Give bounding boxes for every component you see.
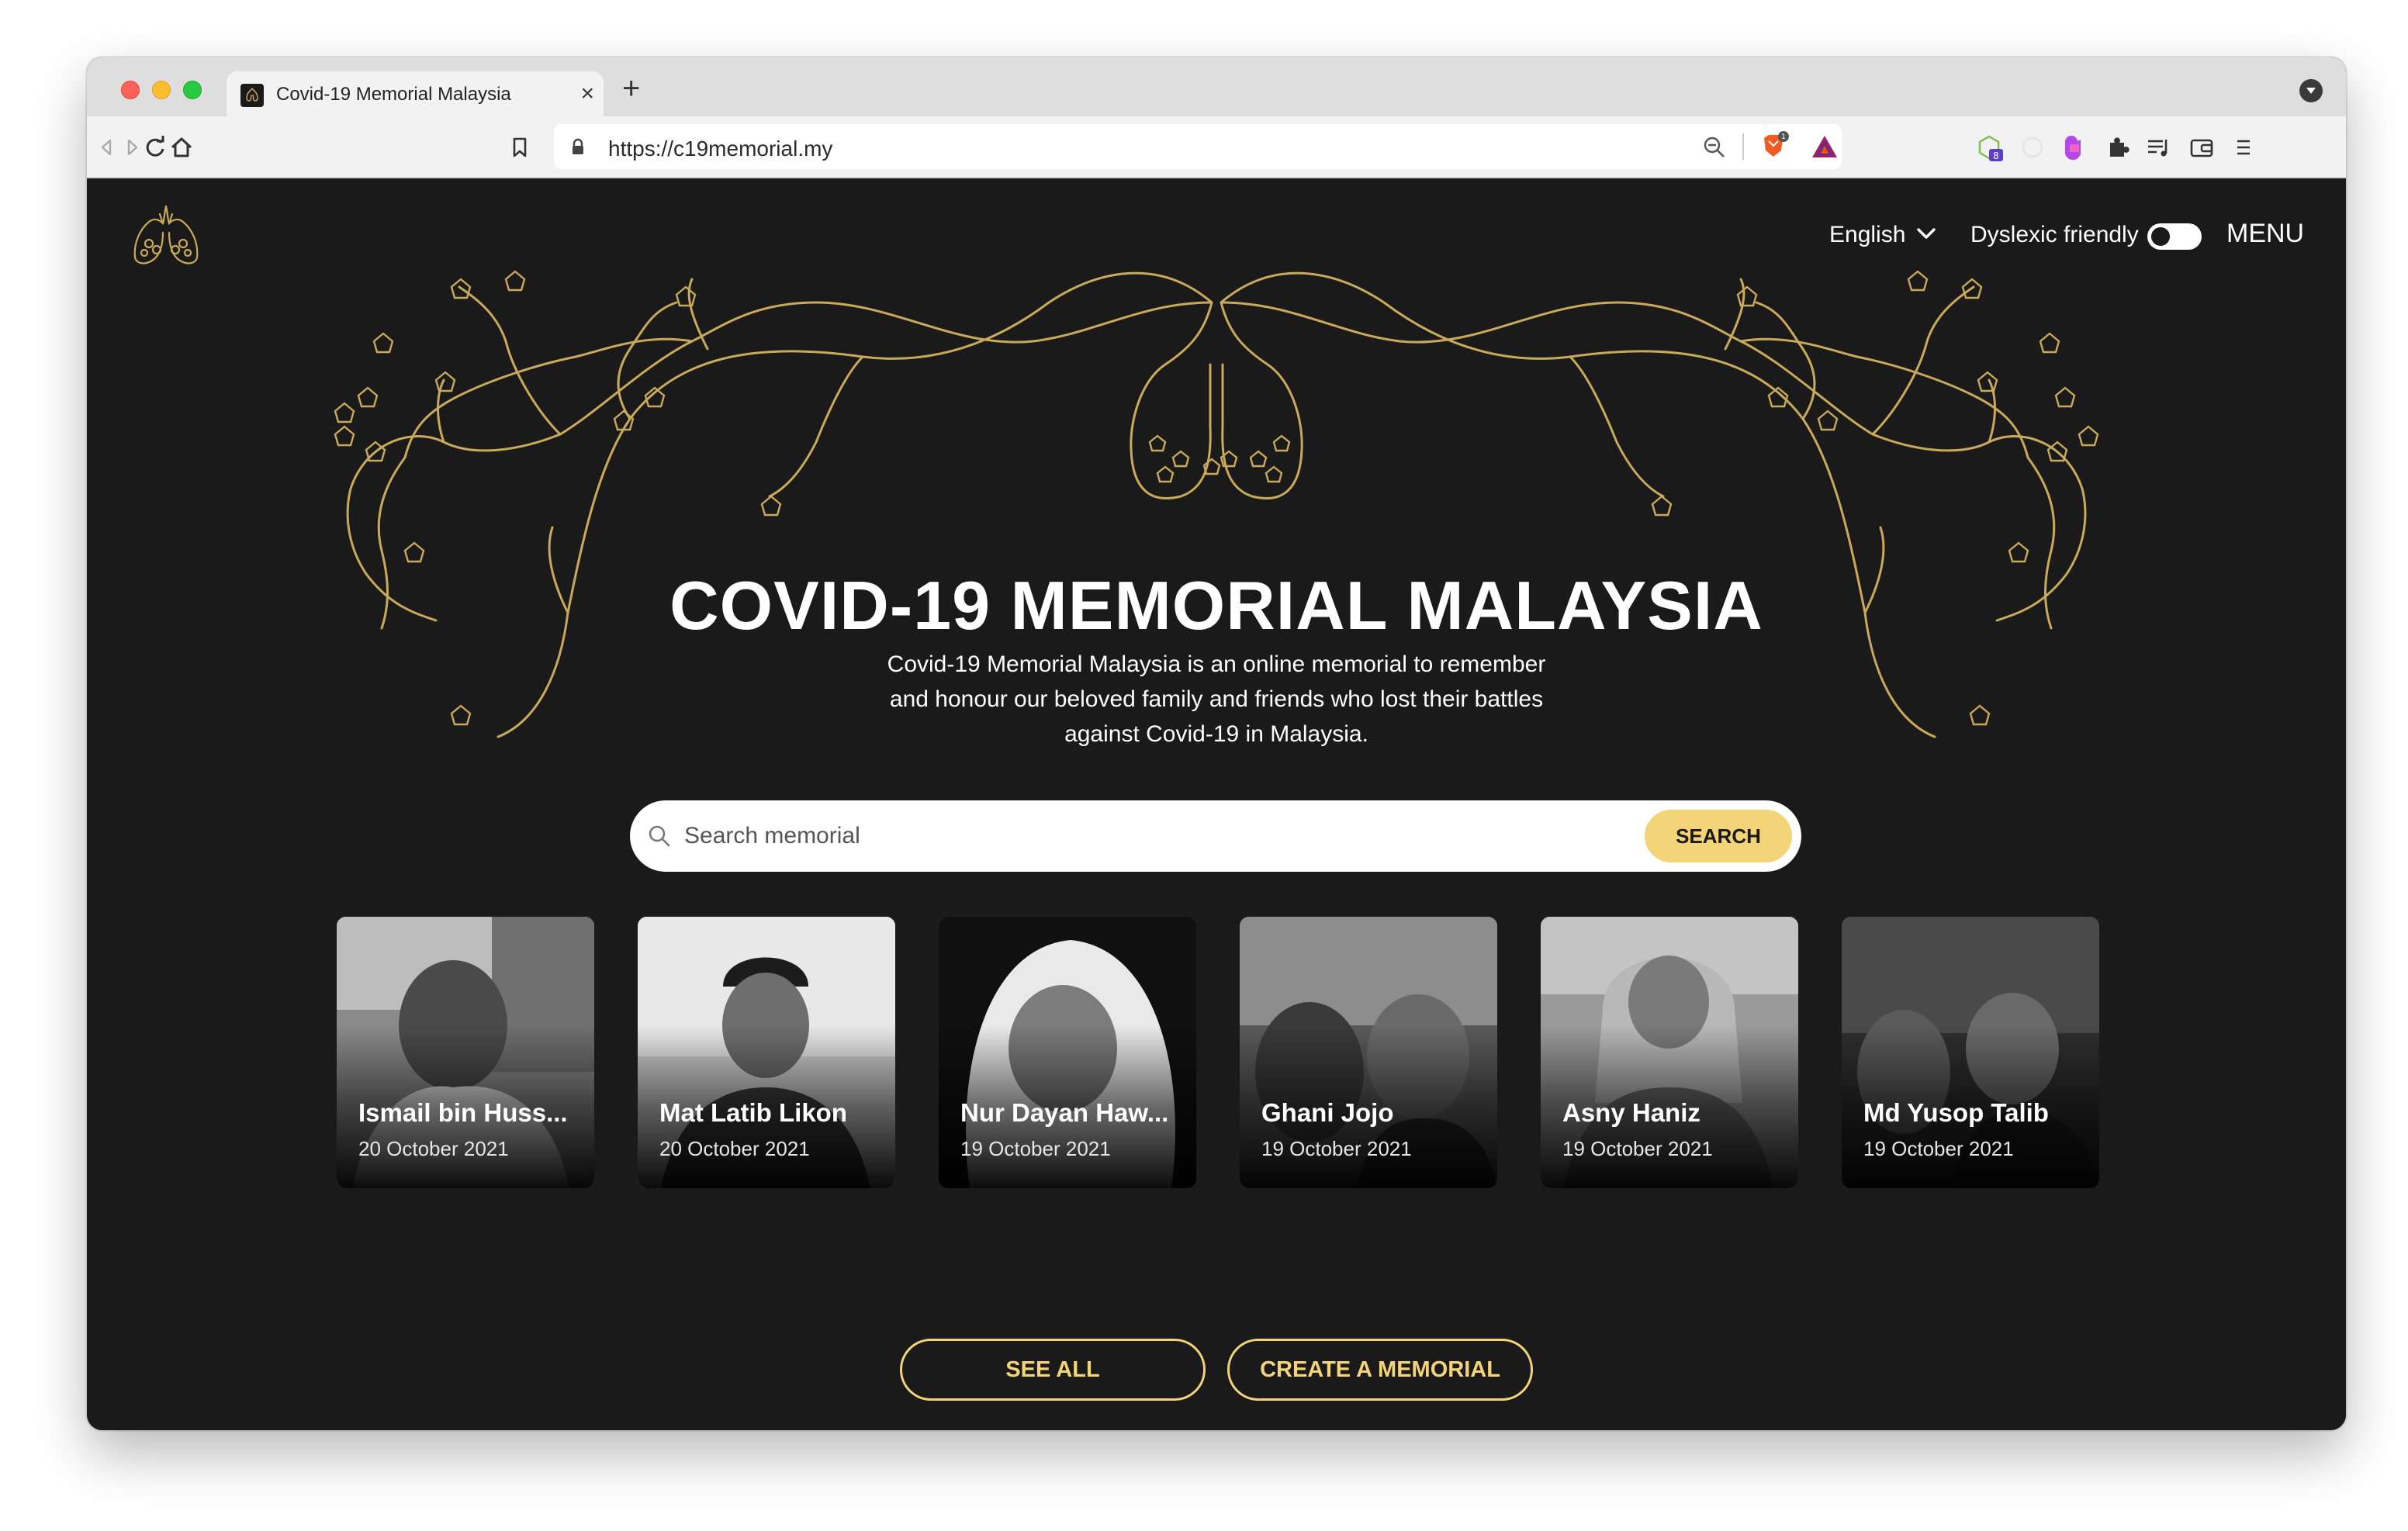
browser-tab[interactable]: Covid-19 Memorial Malaysia × [227,71,604,116]
wallet-icon[interactable] [2188,133,2216,161]
extension-circle-icon[interactable] [2019,133,2046,161]
bookmark-icon[interactable] [506,133,534,161]
close-tab-icon[interactable]: × [580,81,594,107]
memorial-name: Md Yusop Talib [1863,1098,2049,1127]
home-icon[interactable] [168,133,195,161]
site-logo[interactable] [129,199,203,273]
minimize-window-button[interactable] [152,81,171,99]
close-window-button[interactable] [121,81,140,99]
lock-icon [573,138,583,154]
memorial-name: Ghani Jojo [1261,1098,1394,1127]
url-text[interactable]: https://c19memorial.my [608,137,832,161]
memorial-date: 19 October 2021 [1562,1137,1713,1160]
reload-icon[interactable] [141,133,169,161]
brave-rewards-icon[interactable] [1811,133,1839,160]
maximize-window-button[interactable] [183,81,202,99]
tab-title: Covid-19 Memorial Malaysia [276,84,511,105]
memorial-name: Mat Latib Likon [659,1098,847,1127]
browser-window: Covid-19 Memorial Malaysia × + https://c… [87,57,2346,1430]
page-content: English Dyslexic friendly MENU COVID-19 … [87,178,2346,1430]
tab-list-dropdown-icon[interactable] [2299,79,2323,102]
memorial-name: Ismail bin Huss... [358,1098,568,1127]
memorial-date: 19 October 2021 [1261,1137,1412,1160]
toggle-knob [2150,226,2171,247]
see-all-button[interactable]: SEE ALL [900,1339,1206,1401]
memorial-card[interactable]: Nur Dayan Haw... 19 October 2021 [939,917,1196,1188]
hero-description: Covid-19 Memorial Malaysia is an online … [887,651,1546,747]
language-selector[interactable]: English [1829,222,1905,248]
playlist-icon[interactable] [2144,133,2172,161]
memorial-card[interactable]: Ismail bin Huss... 20 October 2021 [337,917,594,1188]
url-divider [1742,133,1744,160]
dyslexic-friendly-label: Dyslexic friendly [1970,222,2139,247]
address-bar[interactable]: https://c19memorial.my 1 [554,124,1842,169]
memorial-card[interactable]: Asny Haniz 19 October 2021 [1541,917,1798,1188]
memorial-date: 19 October 2021 [960,1137,1111,1160]
memorial-card[interactable]: Ghani Jojo 19 October 2021 [1240,917,1497,1188]
site-favicon-icon [240,84,264,107]
memorial-date: 20 October 2021 [358,1137,509,1160]
search-input[interactable] [684,814,1615,858]
dyslexic-friendly-toggle[interactable] [2147,223,2202,250]
tab-strip: Covid-19 Memorial Malaysia × + [87,57,2346,116]
page-title: COVID-19 MEMORIAL MALAYSIA [669,567,1763,644]
search-button[interactable]: SEARCH [1645,810,1792,862]
brave-shields-icon[interactable]: 1 [1758,130,1789,161]
memorial-date: 20 October 2021 [659,1137,810,1160]
extension-hexagon-icon[interactable]: 8 [1975,133,2003,161]
extensions-puzzle-icon[interactable] [2104,133,2132,161]
menu-button[interactable]: MENU [2226,219,2304,249]
memorial-card[interactable]: Md Yusop Talib 19 October 2021 [1842,917,2099,1188]
zoom-out-icon[interactable] [1702,135,1727,160]
memorial-name: Asny Haniz [1562,1098,1700,1127]
chevron-down-icon[interactable] [1916,226,1936,240]
shields-count-badge: 1 [1781,133,1786,141]
browser-toolbar: https://c19memorial.my 1 8 [87,116,2346,178]
new-tab-icon[interactable]: + [622,71,640,105]
create-memorial-button[interactable]: CREATE A MEMORIAL [1227,1339,1533,1401]
memorial-search-bar: SEARCH [630,800,1801,872]
extension-count-badge: 8 [1993,150,1999,161]
memorial-date: 19 October 2021 [1863,1137,2014,1160]
extension-purple-icon[interactable] [2059,133,2087,161]
browser-menu-icon[interactable] [2230,133,2258,161]
memorial-name: Nur Dayan Haw... [960,1098,1169,1127]
search-icon [649,825,670,847]
back-icon[interactable] [93,133,121,161]
memorial-card[interactable]: Mat Latib Likon 20 October 2021 [638,917,895,1188]
